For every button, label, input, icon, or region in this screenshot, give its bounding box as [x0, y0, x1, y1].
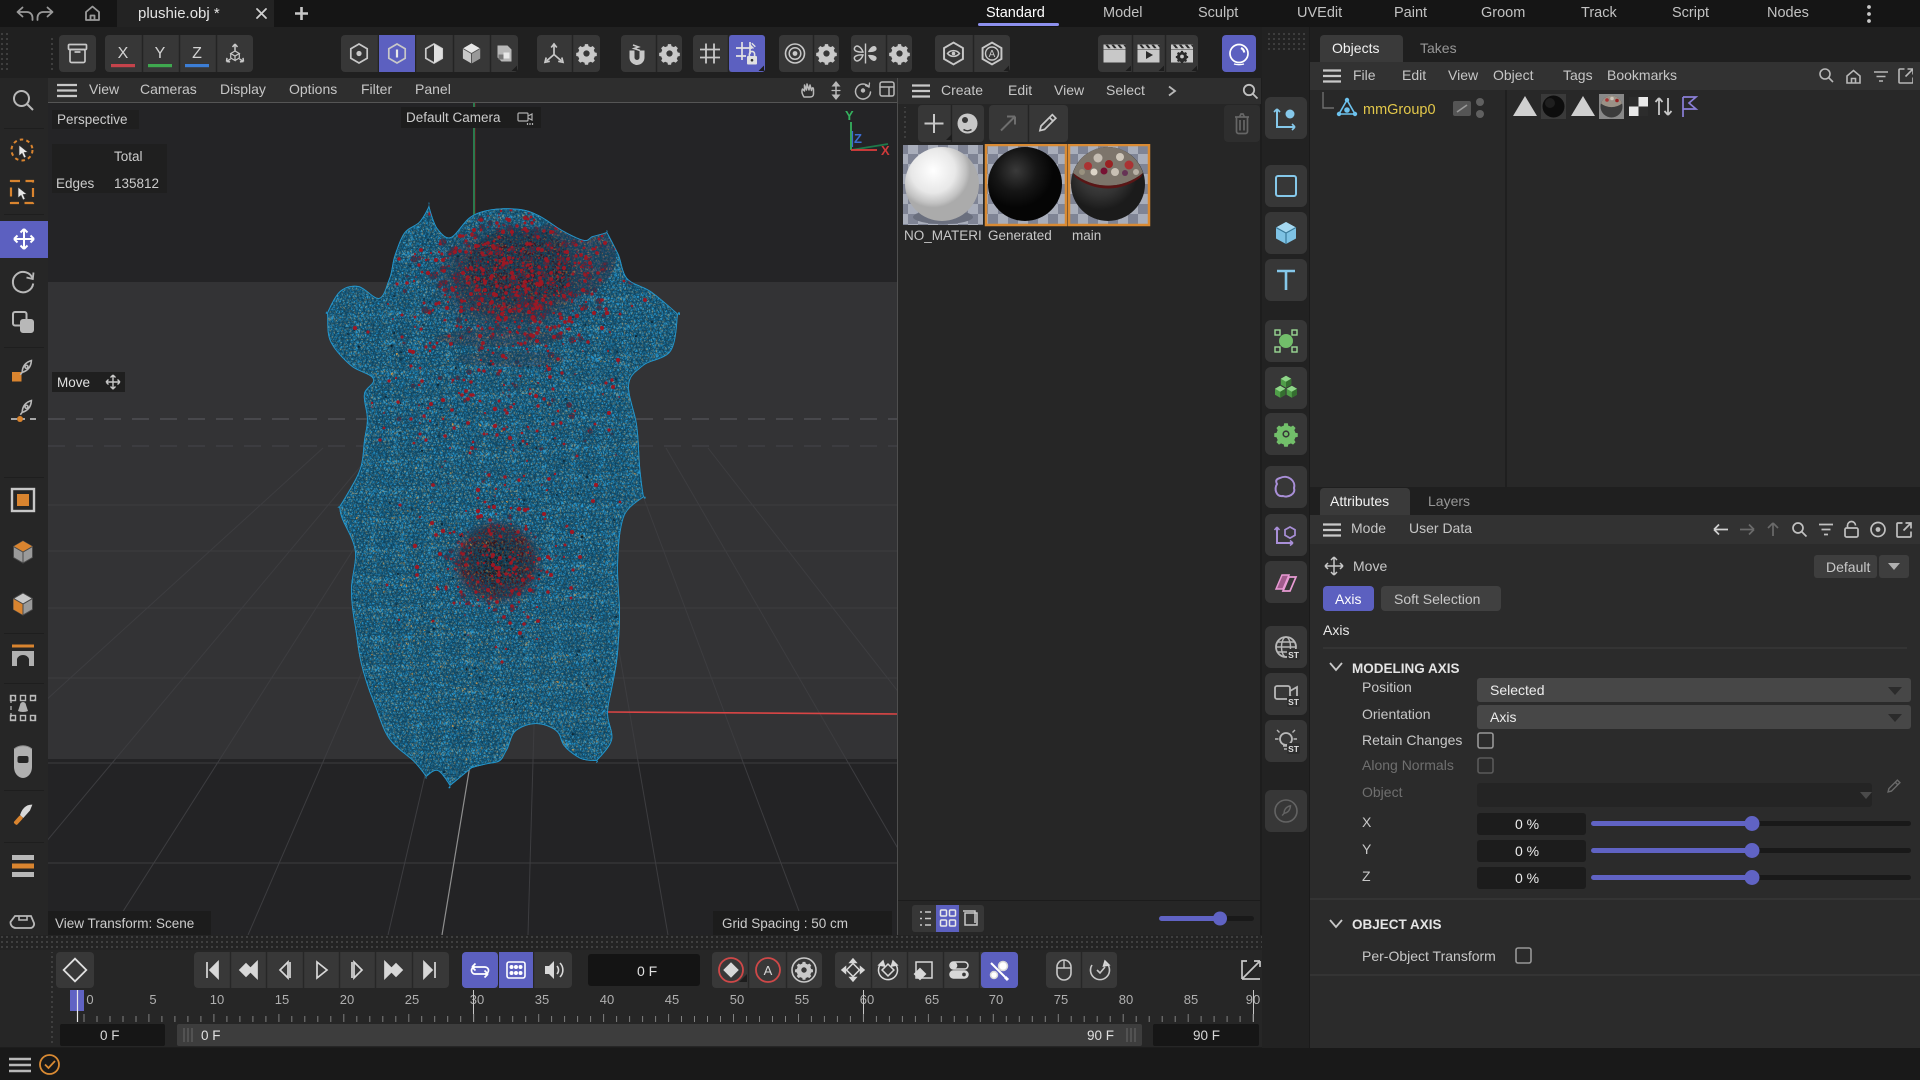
svg-text:0: 0: [86, 992, 93, 1007]
svg-text:mmGroup0: mmGroup0: [1363, 102, 1436, 118]
svg-text:135812: 135812: [114, 176, 159, 191]
svg-text:Move: Move: [57, 375, 90, 390]
svg-text:75: 75: [1054, 992, 1068, 1007]
svg-text:0 F: 0 F: [100, 1028, 120, 1043]
svg-text:Generated: Generated: [988, 228, 1052, 243]
svg-text:Default: Default: [1826, 559, 1870, 575]
svg-text:X: X: [1362, 814, 1372, 830]
svg-text:Default Camera: Default Camera: [406, 110, 501, 125]
svg-text:NO_MATERI: NO_MATERI: [904, 228, 982, 243]
svg-text:0 F: 0 F: [201, 1028, 221, 1043]
svg-text:Total: Total: [114, 149, 143, 164]
svg-text:Orientation: Orientation: [1362, 706, 1430, 722]
svg-text:Axis: Axis: [1335, 591, 1361, 607]
svg-text:Position: Position: [1362, 679, 1412, 695]
svg-text:Retain Changes: Retain Changes: [1362, 732, 1462, 748]
svg-text:85: 85: [1184, 992, 1198, 1007]
svg-text:Per-Object Transform: Per-Object Transform: [1362, 948, 1496, 964]
svg-text:0 %: 0 %: [1515, 843, 1539, 859]
svg-text:MODELING AXIS: MODELING AXIS: [1352, 661, 1460, 676]
svg-text:Y: Y: [845, 108, 854, 123]
svg-text:Move: Move: [1353, 558, 1387, 574]
svg-text:Axis: Axis: [1490, 709, 1516, 725]
svg-text:Y: Y: [155, 45, 166, 62]
svg-text:Perspective: Perspective: [57, 112, 128, 127]
svg-text:Z: Z: [1362, 868, 1371, 884]
svg-text:80: 80: [1119, 992, 1133, 1007]
svg-text:ST: ST: [1288, 744, 1300, 754]
svg-text:Edges: Edges: [56, 176, 95, 191]
svg-text:Soft Selection: Soft Selection: [1394, 591, 1480, 607]
svg-text:70: 70: [989, 992, 1003, 1007]
svg-text:40: 40: [600, 992, 614, 1007]
svg-text:0 %: 0 %: [1515, 870, 1539, 886]
svg-text:X: X: [118, 45, 129, 62]
svg-text:X: X: [881, 143, 890, 158]
svg-text:OBJECT AXIS: OBJECT AXIS: [1352, 917, 1442, 932]
svg-text:35: 35: [535, 992, 549, 1007]
svg-text:ST: ST: [1288, 650, 1300, 660]
svg-text:Z: Z: [854, 131, 862, 146]
svg-text:main: main: [1072, 228, 1101, 243]
svg-text:Object: Object: [1362, 784, 1403, 800]
svg-text:45: 45: [665, 992, 679, 1007]
svg-text:Y: Y: [1362, 841, 1372, 857]
svg-text:A: A: [989, 49, 996, 60]
svg-text:15: 15: [275, 992, 289, 1007]
svg-text:Grid Spacing : 50 cm: Grid Spacing : 50 cm: [722, 916, 848, 931]
svg-text:Z: Z: [192, 45, 202, 62]
svg-text:90 F: 90 F: [1087, 1028, 1114, 1043]
svg-text:0 %: 0 %: [1515, 816, 1539, 832]
svg-text:55: 55: [795, 992, 809, 1007]
svg-text:View Transform: Scene: View Transform: Scene: [55, 916, 194, 931]
svg-text:Axis: Axis: [1323, 622, 1349, 638]
svg-text:5: 5: [149, 992, 156, 1007]
svg-text:0 F: 0 F: [637, 963, 657, 979]
svg-text:60: 60: [860, 992, 874, 1007]
svg-text:30: 30: [470, 992, 484, 1007]
svg-text:Along Normals: Along Normals: [1362, 757, 1454, 773]
svg-text:65: 65: [925, 992, 939, 1007]
svg-text:A: A: [764, 963, 773, 978]
svg-text:10: 10: [210, 992, 224, 1007]
svg-text:25: 25: [405, 992, 419, 1007]
svg-text:Selected: Selected: [1490, 682, 1544, 698]
svg-text:ST: ST: [1288, 697, 1300, 707]
svg-text:90 F: 90 F: [1193, 1028, 1220, 1043]
svg-text:50: 50: [730, 992, 744, 1007]
svg-text:20: 20: [340, 992, 354, 1007]
